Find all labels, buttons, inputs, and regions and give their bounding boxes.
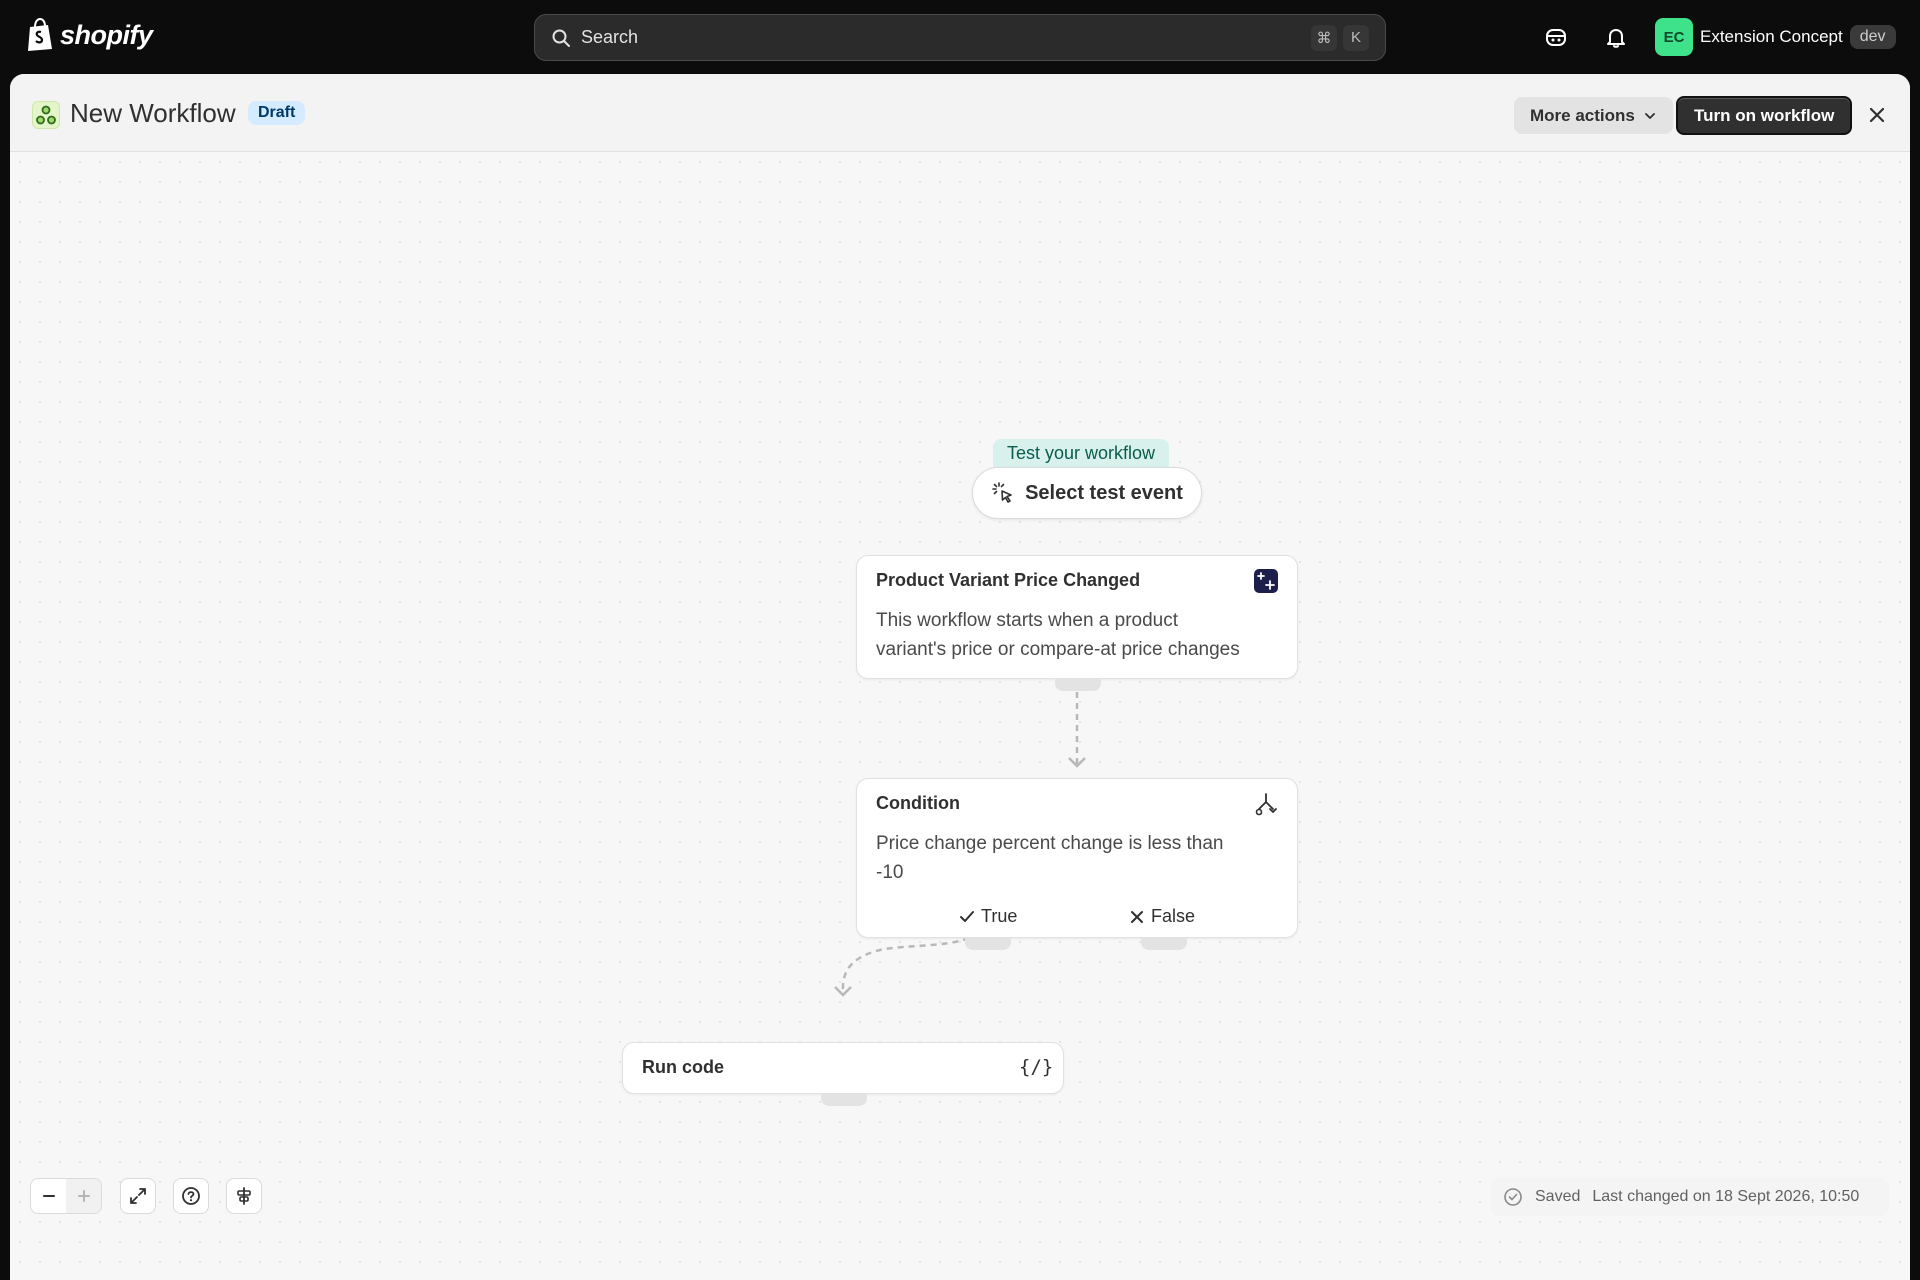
run-code-title: Run code bbox=[642, 1057, 725, 1077]
turn-on-workflow-button[interactable]: Turn on workflow bbox=[1676, 96, 1853, 135]
false-branch-label: False bbox=[1151, 906, 1196, 926]
shortcut-cmd: ⌘ bbox=[1311, 24, 1337, 51]
expand-icon bbox=[130, 1188, 146, 1204]
select-test-event-button[interactable]: Select test event bbox=[972, 467, 1202, 519]
store-switcher[interactable]: EC Extension Concept dev bbox=[1655, 18, 1896, 56]
align-center-icon bbox=[237, 1187, 251, 1205]
run-code-node[interactable]: Run code {/} bbox=[622, 1042, 1064, 1106]
saved-label: Saved bbox=[1535, 1188, 1581, 1205]
zoom-in-button[interactable] bbox=[66, 1179, 101, 1213]
x-icon bbox=[1131, 910, 1143, 923]
node-connectors bbox=[834, 692, 1086, 997]
question-circle-icon bbox=[182, 1187, 200, 1205]
dev-badge: dev bbox=[1849, 25, 1896, 49]
workflow-canvas[interactable]: Test your workflow Select test event Pro… bbox=[10, 152, 1910, 1280]
zoom-out-button[interactable] bbox=[31, 1179, 66, 1213]
trigger-description-line1: This workflow starts when a product bbox=[876, 610, 1179, 631]
trigger-title: Product Variant Price Changed bbox=[876, 570, 1141, 590]
more-actions-button[interactable]: More actions bbox=[1514, 97, 1673, 134]
trigger-output-handle[interactable] bbox=[1055, 679, 1101, 691]
help-button[interactable] bbox=[173, 1178, 209, 1214]
editor-header: New Workflow Draft More actions Turn on … bbox=[10, 74, 1910, 152]
more-actions-label: More actions bbox=[1530, 105, 1635, 125]
true-branch-label: True bbox=[981, 906, 1018, 926]
shortcut-key: K bbox=[1343, 24, 1369, 51]
true-output-handle[interactable] bbox=[965, 938, 1011, 950]
minus-icon bbox=[42, 1195, 55, 1197]
select-test-event-label: Select test event bbox=[1025, 481, 1183, 504]
brand-name: shopify bbox=[60, 19, 153, 50]
store-name: Extension Concept bbox=[1700, 27, 1843, 46]
false-branch[interactable]: False bbox=[1129, 906, 1195, 927]
notifications-bell-icon[interactable] bbox=[1604, 25, 1628, 49]
sidekick-icon[interactable] bbox=[1544, 25, 1568, 49]
condition-node[interactable]: Condition Price change percent change is… bbox=[856, 778, 1298, 950]
trigger-sparkle-icon bbox=[1254, 569, 1278, 593]
close-icon[interactable] bbox=[1866, 104, 1888, 126]
test-workflow-label: Test your workflow bbox=[993, 439, 1170, 467]
true-branch[interactable]: True bbox=[959, 906, 1017, 927]
auto-layout-button[interactable] bbox=[226, 1178, 262, 1214]
plus-icon bbox=[77, 1190, 90, 1202]
check-icon bbox=[960, 910, 974, 922]
workflow-editor-panel: New Workflow Draft More actions Turn on … bbox=[10, 74, 1910, 1280]
branch-icon bbox=[1255, 793, 1277, 816]
zoom-controls bbox=[30, 1178, 102, 1214]
store-avatar: EC bbox=[1655, 18, 1693, 56]
top-bar: shopify Search ⌘ K EC Extension Concept … bbox=[0, 0, 1920, 74]
code-braces-icon: {/} bbox=[1019, 1056, 1054, 1078]
condition-description-line1: Price change percent change is less than bbox=[876, 833, 1224, 854]
save-status: Saved Last changed on 18 Sept 2026, 10:5… bbox=[1491, 1178, 1889, 1216]
search-bar[interactable]: Search ⌘ K bbox=[534, 14, 1386, 61]
search-input[interactable]: Search bbox=[581, 27, 1305, 48]
fit-view-button[interactable] bbox=[120, 1178, 156, 1214]
search-icon bbox=[552, 29, 570, 47]
shopify-bag-icon bbox=[28, 18, 52, 51]
false-output-handle[interactable] bbox=[1141, 938, 1187, 950]
condition-title: Condition bbox=[876, 793, 960, 813]
check-circle-icon bbox=[1504, 1188, 1522, 1206]
trigger-description-line2: variant's price or compare-at price chan… bbox=[876, 639, 1240, 660]
page-title: New Workflow bbox=[70, 98, 236, 128]
flow-app-icon bbox=[32, 101, 60, 129]
cursor-click-icon bbox=[992, 482, 1012, 503]
run-code-output-handle[interactable] bbox=[821, 1094, 867, 1106]
last-changed-label: Last changed on 18 Sept 2026, 10:50 bbox=[1592, 1188, 1860, 1205]
status-badge: Draft bbox=[248, 101, 306, 125]
chevron-down-icon bbox=[1644, 112, 1655, 119]
shopify-logo[interactable]: shopify bbox=[26, 18, 153, 52]
condition-description-line2: -10 bbox=[876, 862, 904, 883]
trigger-node[interactable]: Product Variant Price Changed This workf… bbox=[856, 555, 1298, 691]
